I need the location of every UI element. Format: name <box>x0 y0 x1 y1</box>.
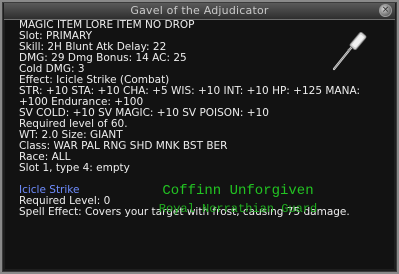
close-button[interactable]: × <box>379 4 392 17</box>
owner-block: Coffinn Unforgiven Royal Norrathian Guar… <box>143 182 333 216</box>
title-bar[interactable]: Gavel of the Adjudicator × <box>4 3 395 20</box>
owner-name: Coffinn Unforgiven <box>162 183 314 199</box>
scrollbar[interactable] <box>385 22 394 268</box>
owner-guild: Royal Norrathian Guard <box>158 202 318 216</box>
item-inspect-window: Gavel of the Adjudicator × MAGIC ITEM LO… <box>0 0 399 274</box>
window-title: Gavel of the Adjudicator <box>130 4 269 17</box>
item-augment-slot: Slot 1, type 4: empty <box>19 162 130 174</box>
gavel-icon <box>332 31 367 71</box>
item-classes: Class: WAR PAL RNG SHD MNK BST BER <box>19 140 228 152</box>
